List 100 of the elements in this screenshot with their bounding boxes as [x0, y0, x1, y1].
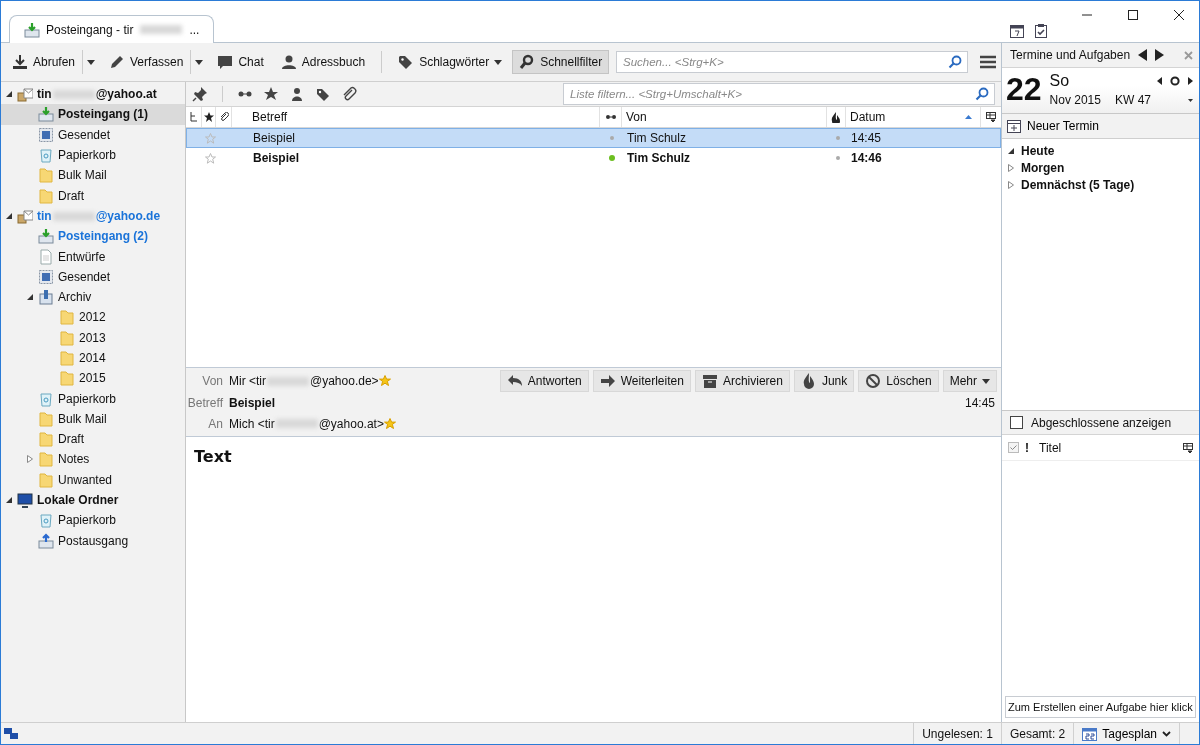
star-icon[interactable] [378, 375, 391, 387]
message-row[interactable]: Beispiel Tim Schulz 14:45 [186, 128, 1001, 148]
folder-item[interactable]: Bulk Mail [1, 408, 185, 430]
folder-item[interactable]: Archiv [1, 286, 185, 308]
expanded-triangle-icon[interactable] [1008, 147, 1014, 154]
toolbar-button[interactable]: Adressbuch [273, 50, 373, 74]
collapsed-triangle-icon[interactable] [1008, 180, 1014, 189]
new-event-button[interactable]: Neuer Termin [1002, 114, 1199, 139]
dot-icon[interactable] [835, 156, 840, 160]
collapsed-triangle-icon[interactable] [27, 455, 33, 464]
star-outline-icon[interactable] [204, 152, 216, 164]
left-triangle-icon[interactable] [1157, 77, 1162, 85]
checkbox[interactable] [1010, 416, 1023, 429]
menu-icon[interactable] [979, 54, 997, 70]
toolbar-button[interactable]: Chat [210, 50, 271, 74]
address-text[interactable]: Mich <tir [229, 416, 275, 431]
toolbar-button[interactable]: Schlagwörter [391, 50, 510, 74]
column-header[interactable]: Betreff [252, 110, 288, 124]
expanded-triangle-icon[interactable] [6, 212, 12, 219]
header-button[interactable]: Weiterleiten [592, 370, 691, 392]
search-field[interactable]: Suchen... <Strg+K> [616, 51, 968, 73]
folder-item[interactable]: 2012 [1, 307, 185, 328]
agenda-section[interactable]: Heute [1021, 143, 1055, 158]
collapsed-triangle-icon[interactable] [1008, 163, 1014, 172]
paperclip-icon[interactable] [218, 112, 229, 122]
filter-field[interactable]: Liste filtern... <Strg+Umschalt+K> [563, 83, 995, 105]
folder-item[interactable]: Papierkorb [1, 388, 185, 409]
folder-item[interactable]: Unwanted [1, 469, 185, 490]
toolbar-button[interactable]: Schnellfilter [512, 50, 610, 74]
star-outline-icon[interactable] [204, 132, 216, 144]
folder-item[interactable]: tin @yahoo.at [1, 84, 185, 105]
glasses-icon[interactable] [604, 113, 617, 121]
address-text[interactable]: @yahoo.at> [318, 416, 384, 431]
header-button[interactable]: Junk [793, 370, 855, 392]
dot-icon[interactable] [835, 136, 840, 140]
expanded-triangle-icon[interactable] [6, 91, 12, 98]
dropdown-caret-icon[interactable] [1188, 98, 1193, 102]
unread-dot-icon[interactable] [609, 155, 615, 161]
expanded-triangle-icon[interactable] [6, 497, 12, 504]
network-icon[interactable] [3, 726, 19, 741]
folder-item[interactable]: tin @yahoo.de [1, 205, 185, 227]
folder-item[interactable]: Posteingang (2) [1, 226, 185, 247]
folder-item[interactable]: 2013 [1, 327, 185, 348]
header-button[interactable]: Antworten [499, 370, 589, 392]
header-button[interactable]: Archivieren [694, 370, 790, 392]
folder-item[interactable]: Postausgang [1, 530, 185, 551]
folder-item[interactable]: Posteingang (1) [1, 104, 185, 125]
column-header[interactable]: ! [1025, 440, 1033, 455]
person-icon[interactable] [289, 86, 305, 102]
sent-stamp-icon [38, 126, 54, 143]
message-row[interactable]: Beispiel Tim Schulz 14:46 [186, 148, 1001, 168]
left-triangle-icon[interactable] [1138, 49, 1148, 61]
mail-account-icon [17, 86, 33, 103]
folder-item[interactable]: 2015 [1, 368, 185, 389]
folder-item[interactable]: Draft [1, 185, 185, 206]
column-picker-icon[interactable] [1183, 442, 1193, 453]
document-icon [38, 248, 54, 265]
day-view-button[interactable]: Tagesplan [1073, 723, 1179, 744]
maximize-icon[interactable] [1127, 9, 1139, 21]
read-dot-icon[interactable] [609, 135, 615, 141]
thread-icon[interactable] [189, 112, 198, 122]
paperclip-icon[interactable] [341, 86, 357, 102]
calendar-icon[interactable] [1009, 23, 1025, 39]
folder-item[interactable]: Gesendet [1, 124, 185, 145]
circle-icon[interactable] [1170, 76, 1180, 86]
column-header[interactable]: Datum [850, 110, 886, 124]
column-header[interactable]: Titel [1039, 440, 1177, 455]
header-button[interactable]: Löschen [858, 370, 939, 392]
agenda-section[interactable]: Demnächst (5 Tage) [1021, 177, 1135, 192]
star-icon[interactable] [203, 112, 214, 122]
tag-icon[interactable] [315, 86, 331, 102]
right-triangle-icon[interactable] [1188, 77, 1193, 85]
column-header[interactable]: Von [626, 110, 647, 124]
agenda-section[interactable]: Morgen [1021, 160, 1065, 175]
folder-item[interactable]: 2014 [1, 347, 185, 369]
right-triangle-icon[interactable] [1155, 49, 1165, 61]
folder-item[interactable]: Bulk Mail [1, 165, 185, 186]
close-icon[interactable] [1173, 9, 1185, 21]
folder-item[interactable]: Papierkorb [1, 144, 185, 166]
folder-item[interactable]: Lokale Ordner [1, 489, 185, 511]
tab[interactable]: Posteingang - tir ... [9, 15, 215, 43]
toolbar-button[interactable]: Verfassen [102, 50, 191, 74]
address-text[interactable]: Mir <tir [229, 374, 266, 388]
pin-icon[interactable] [192, 86, 208, 102]
star-icon[interactable] [383, 417, 396, 430]
star-icon[interactable] [263, 86, 279, 102]
folder-item[interactable]: Entwürfe [1, 246, 185, 267]
new-task-field[interactable]: Zum Erstellen einer Aufgabe hier klick [1005, 696, 1196, 718]
checkmark-icon[interactable] [1008, 442, 1019, 453]
column-picker-icon[interactable] [986, 112, 996, 122]
folder-item[interactable]: Papierkorb [1, 510, 185, 531]
folder-item[interactable]: Gesendet [1, 266, 185, 287]
folder-item[interactable]: Draft [1, 429, 185, 450]
expanded-triangle-icon[interactable] [27, 294, 33, 301]
toolbar-button[interactable]: Abrufen [5, 50, 83, 74]
folder-item[interactable]: Notes [1, 449, 185, 470]
task-list-icon[interactable] [1033, 23, 1049, 39]
address-text[interactable]: @yahoo.de> [310, 374, 379, 388]
header-button[interactable]: Mehr [942, 370, 997, 392]
flame-icon[interactable] [831, 111, 841, 123]
